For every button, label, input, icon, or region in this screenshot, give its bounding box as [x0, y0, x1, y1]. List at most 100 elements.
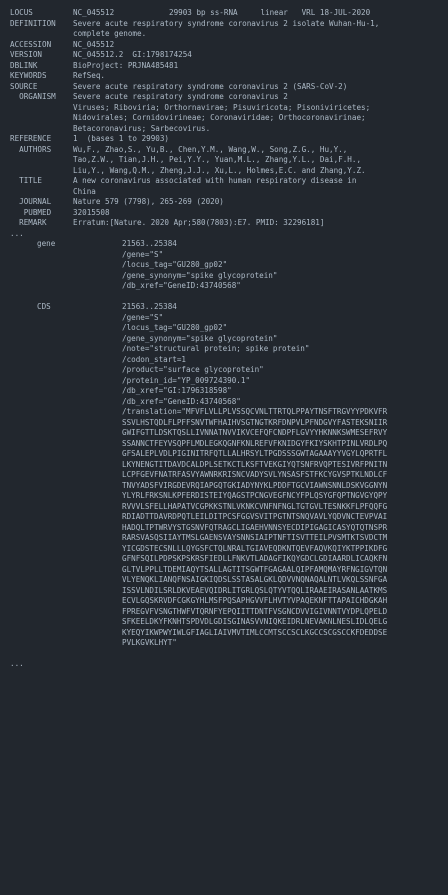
- title-line: China: [0, 187, 448, 198]
- version-value: NC_045512.2 GI:1798174254: [73, 50, 192, 59]
- cds-qualifier: /gene_synonym="spike glycoprotein": [122, 333, 278, 343]
- reference-line: REFERENCE 1 (bases 1 to 29903): [0, 134, 448, 145]
- remark-value: Erratum:[Nature. 2020 Apr;580(7803):E7. …: [73, 218, 325, 227]
- journal-label: JOURNAL: [10, 197, 52, 206]
- cds-feature-line: YICGDSTECSNLLLQYGSFCTQLNRALTGIAVEQDKNTQE…: [0, 544, 448, 555]
- cds-qualifier: YLYRLFRKSNLKPFERDISTEIYQAGSTPCNGVEGFNCYF…: [122, 491, 388, 500]
- definition-label: DEFINITION: [10, 18, 56, 28]
- keywords-line: KEYWORDS RefSeq.: [0, 71, 448, 82]
- cds-feature-line: RDIADTTDAVRDPQTLEILDITPCSFGGVSVITPGTNTSN…: [0, 512, 448, 523]
- definition-text: complete genome.: [73, 29, 147, 38]
- cds-feature-line: PVLKGVKLHYT": [0, 638, 448, 649]
- pubmed-value: 32015508: [73, 207, 110, 217]
- cds-feature-line: LKYNENGTITDAVDCALDPLSETKCTLKSFTVEKGIYQTS…: [0, 460, 448, 471]
- definition-line: DEFINITION Severe acute respiratory syndr…: [0, 19, 448, 30]
- cds-qualifier: RARSVASQSIIAYTMSLGAENSVAYSNNSIAIPTNFTISV…: [122, 533, 388, 542]
- source-value: Severe acute respiratory syndrome corona…: [73, 81, 348, 91]
- cds-qualifier: GWIFGTTLDSKTQSLLIVNNATNVVIKVCEFQFCNDPFLG…: [122, 428, 388, 437]
- gene-feature-line: /gene="S": [0, 250, 448, 261]
- title-text: China: [73, 186, 96, 196]
- pubmed-line: PUBMED 32015508: [0, 208, 448, 219]
- dblink-value: BioProject: PRJNA485481: [73, 60, 179, 70]
- cds-feature-line: /protein_id="YP_009724390.1": [0, 376, 448, 387]
- definition-line: complete genome.: [0, 29, 448, 40]
- cds-qualifier: GLTVLPPLLTDEMIAQYTSALLAGTITSGWTFGAGAALQI…: [122, 564, 388, 574]
- gene-feature-line: /locus_tag="GU280_gp02": [0, 260, 448, 271]
- cds-feature-line: GFSALEPLVDLPIGINITRFQTLLALHRSYLTPGDSSSGW…: [0, 449, 448, 460]
- authors-text: Liu,Y., Wang,Q.M., Zheng,J.J., Xu,L., Ho…: [73, 165, 366, 175]
- locus-line: LOCUS NC_045512 29903 bp ss-RNA linear VR…: [0, 8, 448, 19]
- remark-line: REMARK Erratum:[Nature. 2020 Apr;580(7803…: [0, 218, 448, 229]
- source-label: SOURCE: [10, 81, 38, 91]
- cds-qualifier: LCPFGEVFNATRFASVYAWNRKRISNCVADYSVLYNSASF…: [122, 470, 388, 479]
- pubmed-label: PUBMED: [10, 207, 52, 217]
- authors-text: Wu,F., Zhao,S., Yu,B., Chen,Y.M., Wang,W…: [73, 144, 348, 154]
- cds-feature-line: TNVYADSFVIRGDEVRQIAPGQTGKIADYNYKLPDDFTGC…: [0, 481, 448, 492]
- organism-text: Severe acute respiratory syndrome corona…: [73, 92, 288, 101]
- authors-line: Liu,Y., Wang,Q.M., Zheng,J.J., Xu,L., Ho…: [0, 166, 448, 177]
- cds-feature-line: SFKEELDKYFKNHTSPDVDLGDISGINASVVNIQKEIDRL…: [0, 617, 448, 628]
- organism-text: Nidovirales; Cornidovirineae; Coronaviri…: [73, 113, 366, 122]
- cds-qualifier: GFSALEPLVDLPIGINITRFQTLLALHRSYLTPGDSSSGW…: [122, 449, 388, 458]
- cds-qualifier: YICGDSTECSNLLLQYGSFCTQLNRALTGIAVEQDKNTQE…: [122, 543, 388, 553]
- keywords-value: RefSeq.: [73, 71, 106, 80]
- cds-feature-line: SSVLHSTQDLFLPFFSNVTWFHAIHVSGTNGTKRFDNPVL…: [0, 418, 448, 429]
- cds-feature-line: CDS 21563..25384: [0, 302, 448, 313]
- organism-text: Viruses; Riboviria; Orthornavirae; Pisuv…: [73, 102, 371, 112]
- cds-feature-line: /locus_tag="GU280_gp02": [0, 323, 448, 334]
- cds-qualifier: FPREGVFVSNGTHWFVTQRNFYEPQIITTDNTFVSGNCDV…: [122, 606, 388, 616]
- cds-feature-line: /note="structural protein; spike protein…: [0, 344, 448, 355]
- accession-line: ACCESSION NC_045512: [0, 40, 448, 51]
- dblink-label: DBLINK: [10, 60, 38, 70]
- organism-label: ORGANISM: [10, 92, 56, 101]
- gene-qualifier: 21563..25384: [122, 239, 177, 248]
- cds-feature-line: /db_xref="GeneID:43740568": [0, 397, 448, 408]
- ellipsis-bottom: ...: [10, 659, 24, 668]
- reference-label: REFERENCE: [10, 134, 52, 143]
- cds-feature-line: FPREGVFVSNGTHWFVTQRNFYEPQIITTDNTFVSGNCDV…: [0, 607, 448, 618]
- version-line: VERSION NC_045512.2 GI:1798174254: [0, 50, 448, 61]
- ellipsis-line: ...: [0, 659, 448, 670]
- authors-text: Tao,Z.W., Tian,J.H., Pei,Y.Y., Yuan,M.L.…: [73, 155, 362, 164]
- cds-feature-line: GFNFSQILPDPSKPSKRSFIEDLLFNKVTLADAGFIKQYG…: [0, 554, 448, 565]
- gene-qualifier: /gene_synonym="spike glycoprotein": [122, 270, 278, 280]
- cds-qualifier: LKYNENGTITDAVDCALDPLSETKCTLKSFTVEKGIYQTS…: [122, 459, 388, 469]
- genbank-record: LOCUS NC_045512 29903 bp ss-RNA linear VR…: [0, 0, 448, 670]
- cds-qualifier: /db_xref="GI:1796318598": [122, 386, 232, 395]
- accession-value: NC_045512: [73, 39, 115, 49]
- organism-line: ORGANISM Severe acute respiratory syndrom…: [0, 92, 448, 103]
- cds-qualifier: RDIADTTDAVRDPQTLEILDITPCSFGGVSVITPGTNTSN…: [122, 512, 388, 521]
- gene-feature-line: /db_xref="GeneID:43740568": [0, 281, 448, 292]
- cds-feature-line: GLTVLPPLLTDEMIAQYTSALLAGTITSGWTFGAGAALQI…: [0, 565, 448, 576]
- locus-label: LOCUS: [10, 8, 33, 17]
- cds-qualifier: SSVLHSTQDLFLPFFSNVTWFHAIHVSGTNGTKRFDNPVL…: [122, 417, 388, 427]
- cds-qualifier: /protein_id="YP_009724390.1": [122, 375, 251, 385]
- cds-qualifier: PVLKGVKLHYT": [122, 638, 177, 647]
- cds-qualifier: GFNFSQILPDPSKPSKRSFIEDLLFNKVTLADAGFIKQYG…: [122, 554, 388, 563]
- remark-label: REMARK: [10, 218, 47, 227]
- cds-feature-line: VLYENQKLIANQFNSAIGKIQDSLSSTASALGKLQDVVNQ…: [0, 575, 448, 586]
- cds-qualifier: /codon_start=1: [122, 354, 187, 364]
- organism-line: Betacoronavirus; Sarbecovirus.: [0, 124, 448, 135]
- cds-feature-line: RARSVASQSIIAYTMSLGAENSVAYSNNSIAIPTNFTISV…: [0, 533, 448, 544]
- gene-feature-line: /gene_synonym="spike glycoprotein": [0, 271, 448, 282]
- cds-qualifier: /product="surface glycoprotein": [122, 365, 264, 374]
- accession-label: ACCESSION: [10, 39, 52, 49]
- cds-qualifier: /note="structural protein; spike protein…: [122, 344, 310, 353]
- gene-qualifier: /locus_tag="GU280_gp02": [122, 260, 228, 269]
- source-line: SOURCE Severe acute respiratory syndrome …: [0, 82, 448, 93]
- locus-value: NC_045512 29903 bp ss-RNA linear VRL 18-…: [73, 8, 371, 17]
- keywords-label: KEYWORDS: [10, 71, 47, 80]
- organism-line: Viruses; Riboviria; Orthornavirae; Pisuv…: [0, 103, 448, 114]
- cds-feature-line: /codon_start=1: [0, 355, 448, 366]
- cds-feature-line: KYEQYIKWPWYIWLGFIAGLIAIVMVTIMLCCMTSCCSCL…: [0, 628, 448, 639]
- authors-line: Tao,Z.W., Tian,J.H., Pei,Y.Y., Yuan,M.L.…: [0, 155, 448, 166]
- cds-qualifier: /locus_tag="GU280_gp02": [122, 323, 228, 332]
- cds-qualifier: /gene="S": [122, 312, 164, 322]
- version-label: VERSION: [10, 50, 43, 59]
- cds-feature-line: /translation="MFVFLVLLPLVSSQCVNLTTRTQLPP…: [0, 407, 448, 418]
- cds-feature-line: /gene_synonym="spike glycoprotein": [0, 334, 448, 345]
- cds-qualifier: /db_xref="GeneID:43740568": [122, 396, 241, 406]
